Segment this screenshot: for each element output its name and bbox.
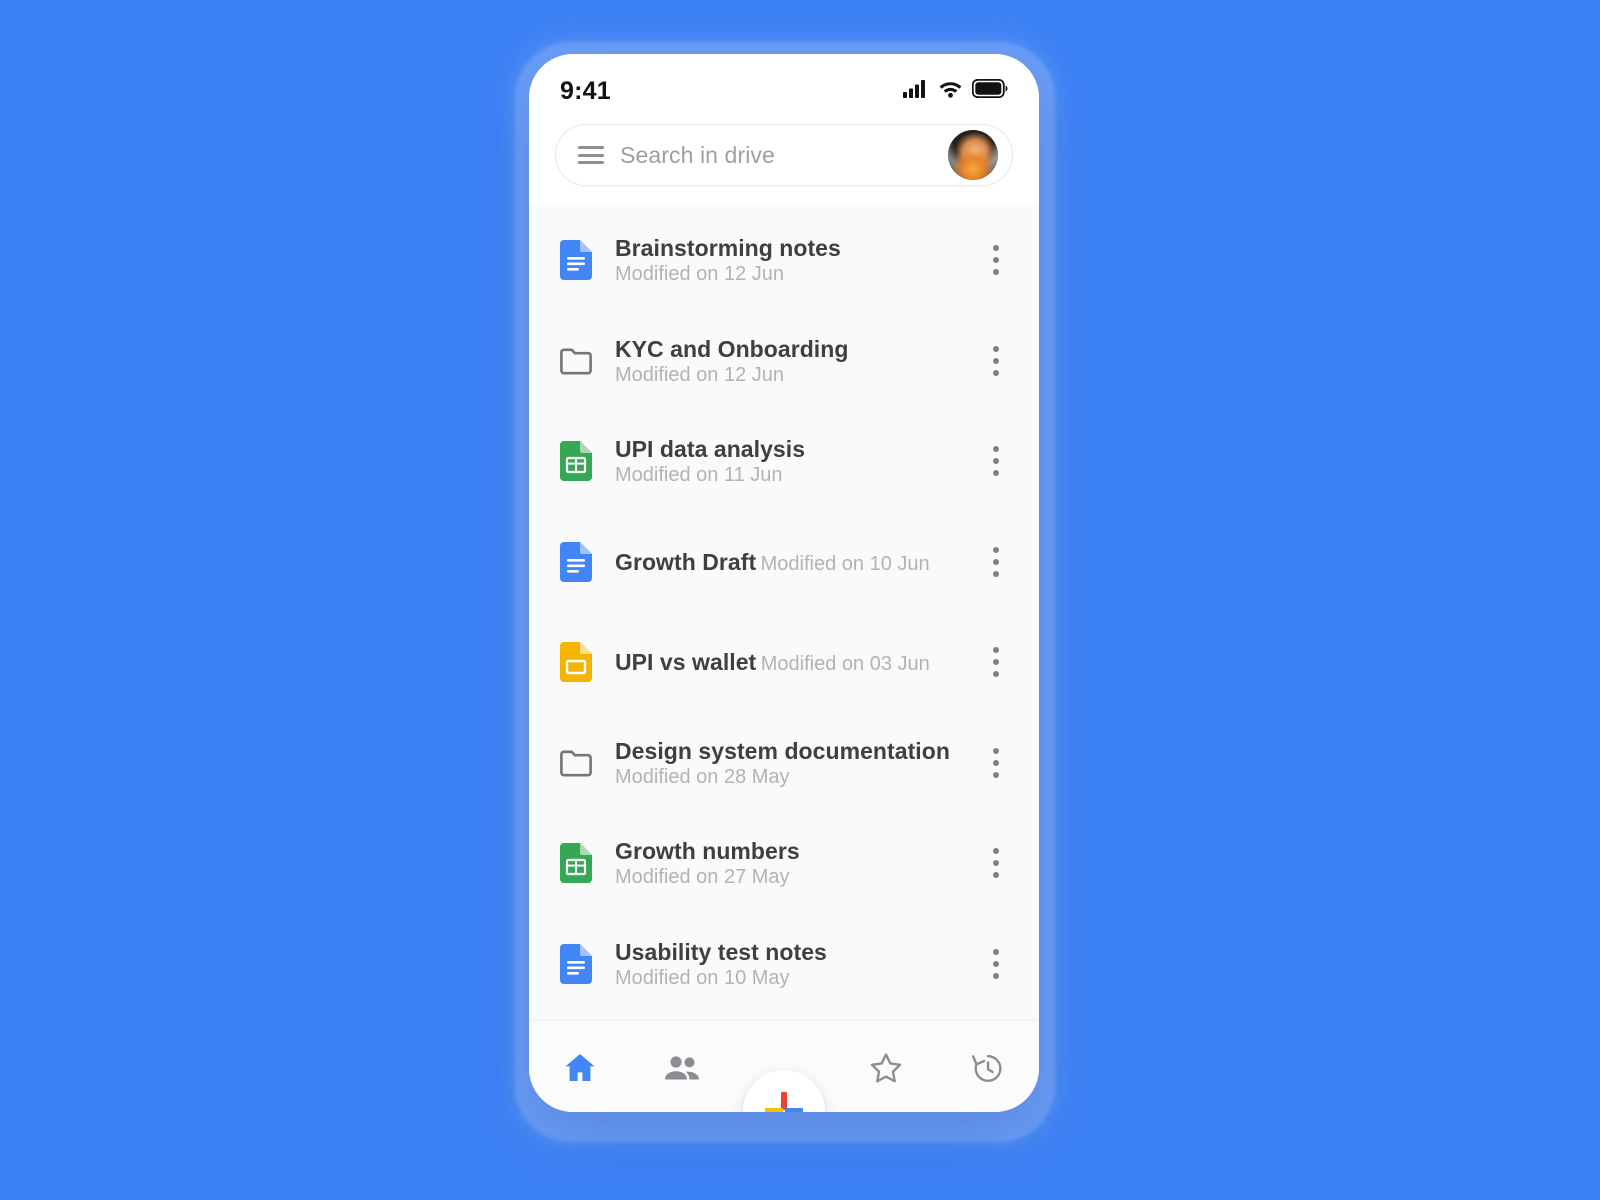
plus-icon	[765, 1092, 803, 1112]
status-bar: 9:41	[529, 54, 1039, 118]
shared-icon[interactable]	[663, 1054, 701, 1087]
list-item-text: UPI data analysis Modified on 11 Jun	[615, 435, 957, 487]
file-name: KYC and Onboarding	[615, 335, 849, 362]
battery-icon	[971, 78, 1008, 103]
file-modified: Modified on 11 Jun	[615, 464, 783, 487]
list-item[interactable]: Growth numbers Modified on 27 May	[529, 813, 1039, 914]
nav-item-home[interactable]	[529, 1021, 631, 1112]
nav-item-shared[interactable]	[631, 1021, 733, 1112]
list-item[interactable]: Design system documentation Modified on …	[529, 713, 1039, 814]
folder-icon	[559, 347, 593, 375]
phone-frame: 9:41 Search in drive Brainstorming notes…	[529, 54, 1039, 1112]
overflow-menu-icon[interactable]	[979, 743, 1013, 783]
overflow-menu-icon[interactable]	[979, 944, 1013, 984]
overflow-menu-icon[interactable]	[979, 843, 1013, 883]
hamburger-menu-icon[interactable]	[578, 146, 604, 164]
file-modified: Modified on 28 May	[615, 765, 790, 788]
file-name: Growth Draft	[615, 548, 757, 575]
list-item-text: Design system documentation Modified on …	[615, 737, 957, 789]
list-item[interactable]: Growth Draft Modified on 10 Jun	[529, 512, 1039, 613]
google-docs-icon	[559, 240, 593, 281]
file-name: Usability test notes	[615, 938, 827, 965]
file-name: UPI vs wallet	[615, 649, 757, 676]
list-item-text: Growth Draft Modified on 10 Jun	[615, 548, 957, 576]
nav-item-starred[interactable]	[835, 1021, 937, 1112]
file-modified: Modified on 03 Jun	[760, 653, 930, 676]
file-modified: Modified on 27 May	[615, 866, 790, 889]
list-item[interactable]: Brainstorming notes Modified on 12 Jun	[529, 210, 1039, 311]
home-icon[interactable]	[563, 1052, 597, 1089]
google-docs-icon	[559, 541, 593, 582]
list-item[interactable]: UPI data analysis Modified on 11 Jun	[529, 411, 1039, 512]
recent-icon[interactable]	[971, 1052, 1005, 1090]
list-item-text: KYC and Onboarding Modified on 12 Jun	[615, 335, 957, 387]
file-modified: Modified on 12 Jun	[615, 263, 785, 286]
folder-icon	[559, 749, 593, 777]
list-item-text: Growth numbers Modified on 27 May	[615, 837, 957, 889]
overflow-menu-icon[interactable]	[979, 341, 1013, 381]
file-name: Brainstorming notes	[615, 235, 841, 262]
search-bar-container: Search in drive	[529, 118, 1039, 204]
list-item-text: Brainstorming notes Modified on 12 Jun	[615, 234, 957, 286]
overflow-menu-icon[interactable]	[979, 240, 1013, 280]
nav-item-recent[interactable]	[937, 1021, 1039, 1112]
list-item-text: Usability test notes Modified on 10 May	[615, 938, 957, 990]
file-name: UPI data analysis	[615, 436, 806, 463]
file-name: Design system documentation	[615, 737, 950, 764]
search-bar[interactable]: Search in drive	[555, 124, 1013, 186]
google-slides-icon	[559, 642, 593, 683]
status-bar-time: 9:41	[560, 76, 611, 105]
wifi-icon	[938, 79, 963, 103]
list-item-text: UPI vs wallet Modified on 03 Jun	[615, 648, 957, 676]
file-modified: Modified on 12 Jun	[615, 363, 785, 386]
file-modified: Modified on 10 May	[615, 966, 790, 989]
google-sheets-icon	[559, 441, 593, 482]
list-item[interactable]: Usability test notes Modified on 10 May	[529, 914, 1039, 1015]
google-sheets-icon	[559, 843, 593, 884]
google-docs-icon	[559, 943, 593, 984]
overflow-menu-icon[interactable]	[979, 441, 1013, 481]
overflow-menu-icon[interactable]	[979, 542, 1013, 582]
status-bar-icons	[903, 78, 1008, 103]
overflow-menu-icon[interactable]	[979, 642, 1013, 682]
cellular-signal-icon	[903, 79, 929, 103]
file-modified: Modified on 10 Jun	[760, 552, 930, 575]
account-avatar[interactable]	[948, 130, 998, 180]
file-name: Growth numbers	[615, 838, 800, 865]
file-list[interactable]: Brainstorming notes Modified on 12 Jun K…	[529, 204, 1039, 1020]
starred-icon[interactable]	[869, 1052, 903, 1090]
search-input[interactable]: Search in drive	[620, 142, 932, 169]
list-item[interactable]: UPI vs wallet Modified on 03 Jun	[529, 612, 1039, 713]
list-item[interactable]: KYC and Onboarding Modified on 12 Jun	[529, 311, 1039, 412]
